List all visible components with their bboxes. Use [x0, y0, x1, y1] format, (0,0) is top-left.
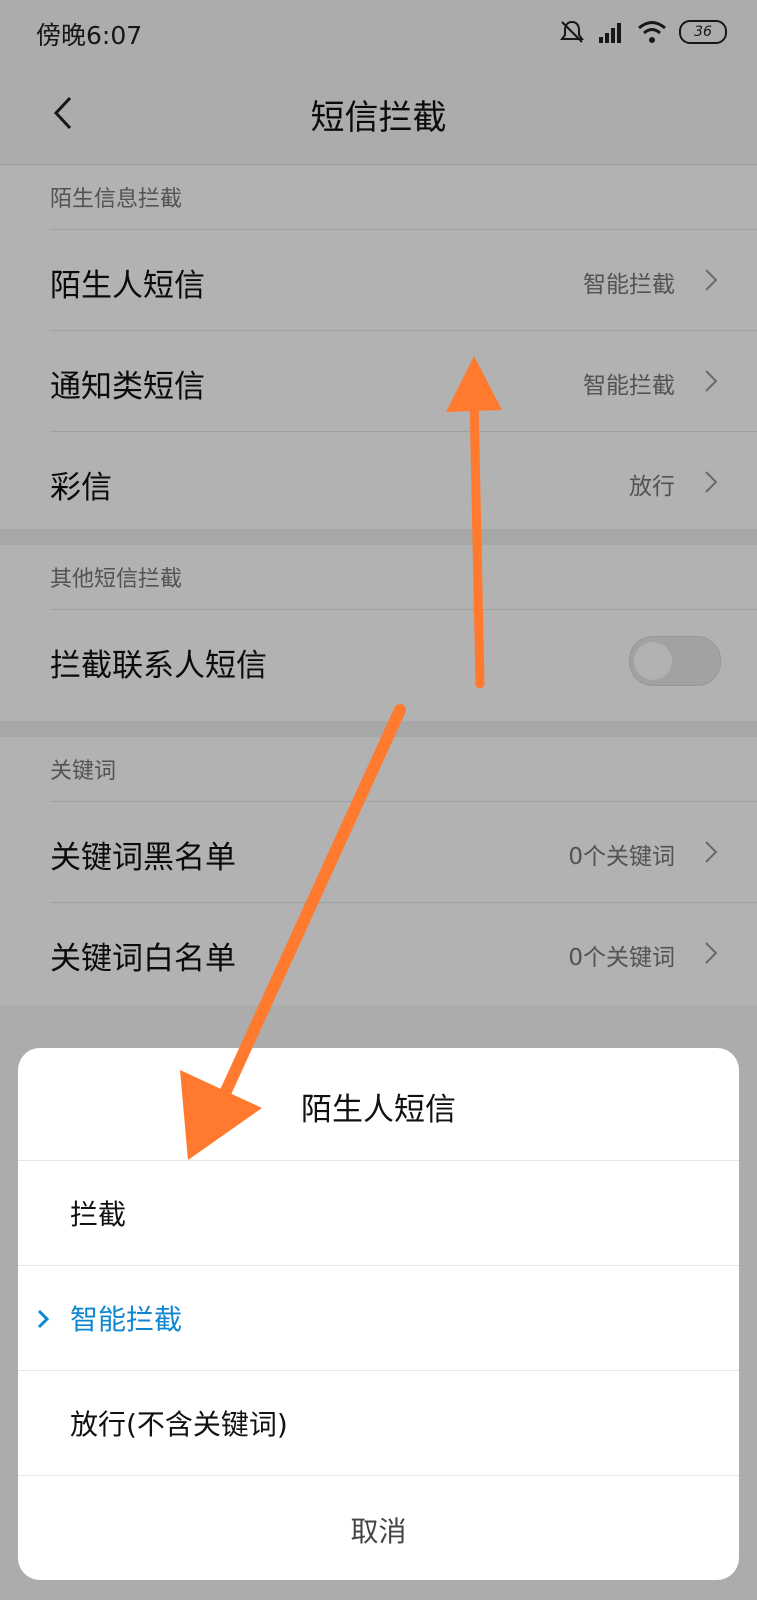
- option-dialog: 陌生人短信 拦截 智能拦截 放行(不含关键词) 取消: [18, 1048, 739, 1580]
- option-allow[interactable]: 放行(不含关键词): [18, 1371, 739, 1475]
- dialog-title: 陌生人短信: [301, 1092, 456, 1128]
- cancel-button[interactable]: 取消: [18, 1476, 739, 1580]
- option-label: 拦截: [70, 1198, 127, 1231]
- option-smart-block[interactable]: 智能拦截: [18, 1266, 739, 1370]
- option-block[interactable]: 拦截: [18, 1161, 739, 1265]
- option-label: 智能拦截: [70, 1303, 183, 1336]
- selected-chevron-icon: [37, 1309, 50, 1329]
- cancel-label: 取消: [350, 1515, 407, 1548]
- option-label: 放行(不含关键词): [70, 1408, 288, 1441]
